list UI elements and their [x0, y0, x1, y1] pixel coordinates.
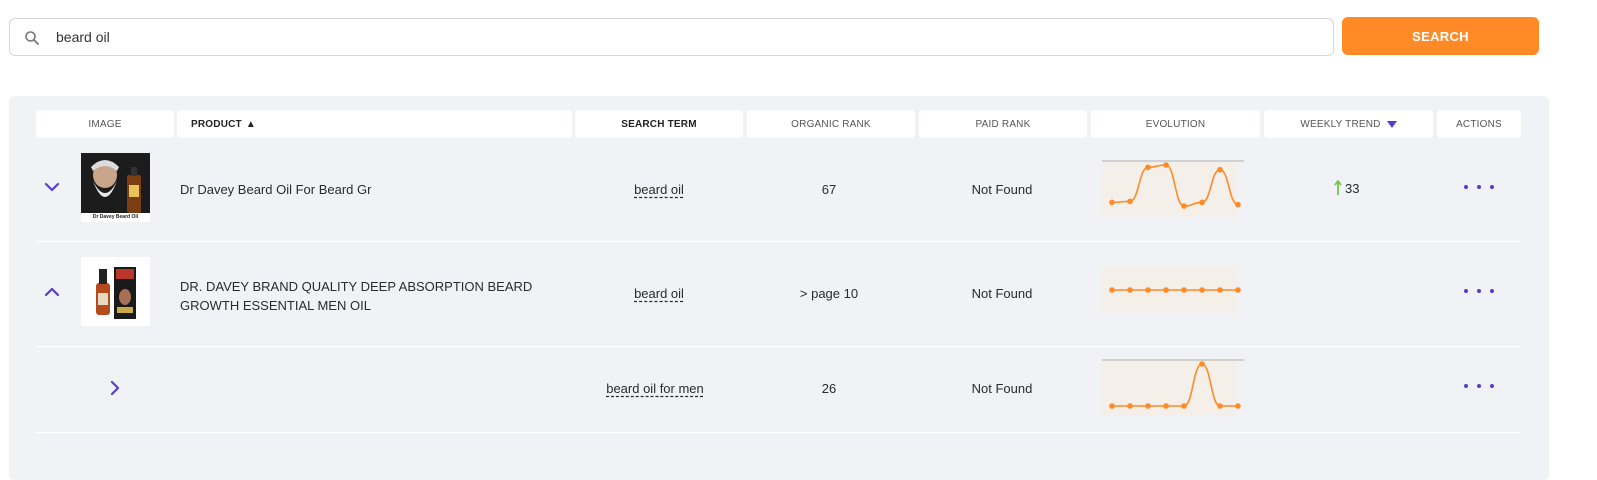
sparkline-point: [1217, 287, 1223, 293]
header-evolution[interactable]: EVOLUTION: [1091, 110, 1260, 138]
sparkline-point: [1199, 287, 1205, 293]
arrow-up-icon: [1334, 180, 1342, 195]
header-weekly-trend-label: WEEKLY TREND: [1300, 118, 1381, 130]
chevron-right-icon[interactable]: [106, 379, 124, 397]
header-actions-label: ACTIONS: [1456, 118, 1502, 130]
evolution-sparkline: [1102, 266, 1241, 314]
sparkline-point: [1163, 287, 1169, 293]
row-actions-menu-icon[interactable]: [1464, 381, 1494, 391]
product-name: DR. DAVEY BRAND QUALITY DEEP ABSORPTION …: [180, 277, 532, 315]
sparkline-point: [1217, 166, 1223, 173]
product-name: Dr Davey Beard Oil For Beard Gr: [180, 182, 372, 197]
sparkline-point: [1127, 198, 1133, 205]
search-field[interactable]: [9, 18, 1334, 56]
sparkline-point: [1235, 287, 1241, 293]
header-organic-rank[interactable]: ORGANIC RANK: [747, 110, 915, 138]
organic-rank: > page 10: [799, 286, 859, 301]
sparkline-point: [1181, 287, 1187, 293]
organic-rank: 67: [821, 182, 837, 197]
header-weekly-trend[interactable]: WEEKLY TREND: [1264, 110, 1433, 138]
header-organic-rank-label: ORGANIC RANK: [791, 118, 871, 130]
sparkline-point: [1181, 403, 1187, 409]
sparkline-point: [1199, 199, 1205, 206]
search-term-label: beard oil: [634, 286, 684, 301]
sparkline-point: [1109, 199, 1115, 206]
chevron-up-icon[interactable]: [43, 283, 61, 301]
search-icon: [25, 31, 39, 45]
weekly-trend: 33: [1334, 180, 1359, 196]
product-image: [81, 153, 150, 222]
sparkline-point: [1235, 201, 1241, 208]
row-divider: [36, 432, 1522, 433]
row-actions-menu-icon[interactable]: [1464, 286, 1494, 296]
sparkline-point: [1235, 403, 1241, 409]
search-term-link[interactable]: beard oil: [575, 182, 743, 197]
paid-rank: Not Found: [971, 286, 1033, 301]
organic-rank: 26: [821, 381, 837, 396]
sort-ascending-icon: ▲: [245, 118, 256, 130]
header-evolution-label: EVOLUTION: [1145, 118, 1206, 130]
product-name-line: GROWTH ESSENTIAL MEN OIL: [180, 298, 371, 313]
header-product[interactable]: PRODUCT ▲: [177, 110, 572, 138]
search-term-link[interactable]: beard oil: [575, 286, 743, 301]
row-divider: [36, 241, 1522, 242]
search-term-label: beard oil: [634, 182, 684, 197]
product-name-line: DR. DAVEY BRAND QUALITY DEEP ABSORPTION …: [180, 279, 533, 294]
header-actions: ACTIONS: [1437, 110, 1521, 138]
header-paid-rank-label: PAID RANK: [975, 118, 1031, 130]
search-term-label: beard oil for men: [606, 381, 704, 396]
sparkline-point: [1145, 403, 1151, 409]
product-image: [81, 257, 150, 326]
header-product-label: PRODUCT: [191, 118, 242, 130]
search-term-link[interactable]: beard oil for men: [575, 381, 735, 396]
search-input[interactable]: [56, 19, 1316, 55]
evolution-sparkline: [1102, 359, 1244, 416]
product-thumbnail: Dr Davey Beard Oil: [81, 153, 150, 222]
header-paid-rank[interactable]: PAID RANK: [919, 110, 1087, 138]
paid-rank: Not Found: [971, 381, 1033, 396]
sparkline-background: [1102, 360, 1238, 416]
sparkline-point: [1163, 162, 1169, 168]
header-search-term[interactable]: SEARCH TERM: [575, 110, 743, 138]
thumbnail-caption: Dr Davey Beard Oil: [92, 214, 139, 220]
sparkline-point: [1163, 403, 1169, 409]
sparkline-point: [1217, 403, 1223, 409]
sparkline-point: [1199, 361, 1205, 367]
sparkline-point: [1109, 287, 1115, 293]
sparkline-point: [1127, 287, 1133, 293]
sparkline-point: [1145, 164, 1151, 171]
header-image-label: IMAGE: [88, 118, 122, 130]
row-actions-menu-icon[interactable]: [1464, 182, 1494, 192]
evolution-sparkline: [1102, 160, 1244, 217]
sparkline-point: [1109, 403, 1115, 409]
sparkline-point: [1181, 203, 1187, 209]
row-divider: [36, 346, 1522, 347]
chevron-down-icon[interactable]: [43, 178, 61, 196]
weekly-trend-value: 33: [1345, 180, 1360, 196]
header-search-term-label: SEARCH TERM: [621, 118, 697, 130]
search-button[interactable]: SEARCH: [1342, 17, 1539, 55]
sparkline-point: [1145, 287, 1151, 293]
sort-descending-icon: [1386, 120, 1397, 128]
product-thumbnail: [81, 257, 150, 326]
sparkline-point: [1127, 403, 1133, 409]
paid-rank: Not Found: [971, 182, 1033, 197]
header-image: IMAGE: [36, 110, 174, 138]
